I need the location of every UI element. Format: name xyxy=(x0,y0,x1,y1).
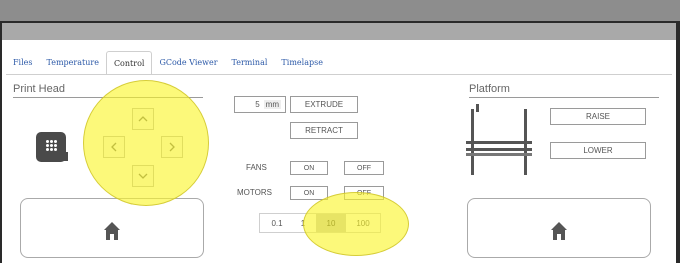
motors-on-button[interactable]: ON xyxy=(290,186,328,200)
step-size-10[interactable]: 10 xyxy=(316,214,346,232)
header-band xyxy=(0,23,680,40)
chevron-right-icon xyxy=(169,142,175,152)
tab-gcode-viewer[interactable]: GCode Viewer xyxy=(152,51,224,68)
tab-files[interactable]: Files xyxy=(6,51,40,68)
tab-divider xyxy=(6,74,672,75)
chevron-left-icon xyxy=(111,142,117,152)
fans-off-button[interactable]: OFF xyxy=(344,161,384,175)
raise-button[interactable]: RAISE xyxy=(550,108,646,125)
jog-left-button[interactable] xyxy=(103,136,125,158)
tab-bar: Files Temperature Control GCode Viewer T… xyxy=(6,51,330,75)
frame-right-border xyxy=(676,23,680,263)
fans-label: FANS xyxy=(246,163,267,172)
print-head-icon-tail xyxy=(60,152,68,161)
extrude-amount-value: 5 xyxy=(255,100,260,109)
platform-title: Platform xyxy=(469,83,510,95)
tab-temperature[interactable]: Temperature xyxy=(40,51,106,68)
extrude-button[interactable]: EXTRUDE xyxy=(290,96,358,113)
print-head-title: Print Head xyxy=(13,83,65,95)
tab-control[interactable]: Control xyxy=(105,51,153,75)
platform-rule xyxy=(469,97,659,98)
chevron-down-icon xyxy=(138,173,148,179)
tab-terminal[interactable]: Terminal xyxy=(225,51,275,68)
fans-on-button[interactable]: ON xyxy=(290,161,328,175)
step-size-100[interactable]: 100 xyxy=(348,214,378,232)
print-head-rule xyxy=(13,97,203,98)
step-size-0-1[interactable]: 0.1 xyxy=(260,214,294,232)
window-title-bar xyxy=(0,0,680,21)
retract-button[interactable]: RETRACT xyxy=(290,122,358,139)
home-xy-button[interactable] xyxy=(20,198,204,258)
home-z-button[interactable] xyxy=(467,198,651,258)
jog-up-button[interactable] xyxy=(132,108,154,130)
highlight-jog-controls xyxy=(83,80,209,206)
tab-timelapse[interactable]: Timelapse xyxy=(274,51,330,68)
home-icon xyxy=(551,222,567,240)
motors-label: MOTORS xyxy=(237,188,272,197)
chevron-up-icon xyxy=(138,116,148,122)
lower-button[interactable]: LOWER xyxy=(550,142,646,159)
home-icon xyxy=(104,222,120,240)
extrude-amount-input[interactable]: 5 mm xyxy=(234,96,286,113)
extrude-amount-unit: mm xyxy=(263,100,281,109)
jog-down-button[interactable] xyxy=(132,165,154,187)
jog-right-button[interactable] xyxy=(161,136,183,158)
platform-diagram-icon xyxy=(466,104,532,175)
step-size-selector: 0.1 1 10 100 xyxy=(259,213,381,233)
frame-left-border xyxy=(0,23,2,263)
motors-off-button[interactable]: OFF xyxy=(344,186,384,200)
step-size-1[interactable]: 1 xyxy=(296,214,310,232)
